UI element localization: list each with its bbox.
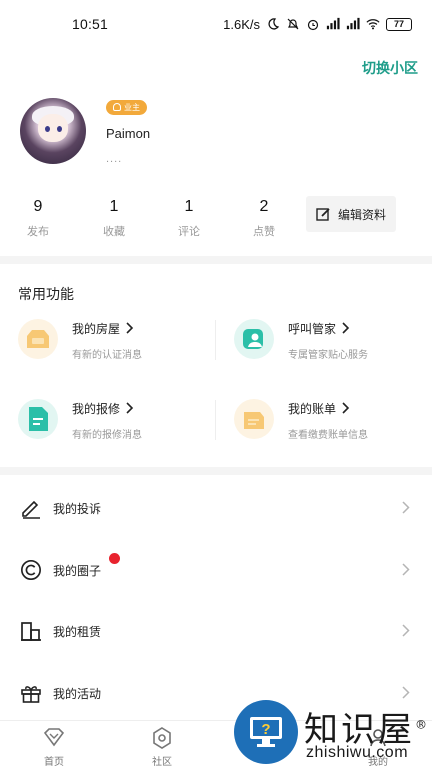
bill-icon [234,399,274,439]
community-hex-icon [132,727,192,749]
menu-label: 我的活动 [53,686,102,701]
circle-c-icon [20,559,42,581]
func-divider [215,400,216,440]
notification-dot [109,553,120,564]
chevron-right-icon [126,322,134,334]
stat-value: 1 [109,198,119,215]
menu-my-complaints[interactable]: 我的投诉 [0,477,432,539]
chevron-right-icon [402,501,410,514]
stat-likes[interactable]: 2 点赞 [234,196,294,239]
building-icon [20,620,42,642]
chevron-right-icon [126,402,134,414]
svg-text:?: ? [261,721,270,738]
status-icons: 1.6K/s 77 [223,17,412,32]
stat-favorites[interactable]: 1 收藏 [84,196,144,239]
watermark: ? 知识屋® zhishiwu.com [234,700,432,768]
gift-icon [20,682,42,704]
chevron-right-icon [342,322,350,334]
func-my-bill[interactable]: 我的账单 查看缴费账单信息 [234,399,368,441]
tab-community[interactable]: 社区 [132,727,192,768]
section-divider [0,256,432,264]
func-title: 我的报修 [72,399,142,417]
func-title: 我的账单 [288,399,368,417]
person-icon [113,103,121,111]
func-my-house[interactable]: 我的房屋 有新的认证消息 [18,319,142,361]
house-icon [18,319,58,359]
stat-label: 发布 [27,226,49,238]
func-desc: 有新的认证消息 [72,350,142,361]
avatar[interactable] [20,98,86,164]
signal-icon [326,17,340,30]
section-divider [0,467,432,475]
stat-label: 收藏 [103,226,125,238]
func-call-butler[interactable]: 呼叫管家 专属管家贴心服务 [234,319,368,361]
stats-row: 9 发布 1 收藏 1 评论 2 点赞 编辑资料 [0,196,432,246]
menu-label: 我的投诉 [53,501,102,516]
stat-value: 9 [33,198,43,215]
func-desc: 专属管家贴心服务 [288,350,368,361]
chevron-right-icon [402,563,410,576]
stat-comments[interactable]: 1 评论 [159,196,219,239]
butler-icon [234,319,274,359]
chevron-right-icon [402,624,410,637]
watermark-url: zhishiwu.com [306,744,409,761]
edit-profile-button[interactable]: 编辑资料 [306,196,396,232]
avatar-face [38,114,68,142]
func-my-repair[interactable]: 我的报修 有新的报修消息 [18,399,142,441]
wifi-icon [366,19,380,30]
tab-label: 首页 [44,757,64,768]
func-title: 呼叫管家 [288,319,368,337]
func-desc: 查看缴费账单信息 [288,430,368,441]
pencil-icon [20,497,42,519]
signal-icon-2 [346,17,360,30]
stat-value: 2 [259,198,269,215]
network-speed: 1.6K/s [223,16,260,32]
avatar-eye [45,126,50,132]
bell-off-icon [287,18,299,30]
moon-icon [268,18,280,30]
menu-my-circle[interactable]: 我的圈子 [0,539,432,601]
home-diamond-icon [24,727,84,749]
func-title: 我的房屋 [72,319,142,337]
avatar-eye [57,126,62,132]
menu-label: 我的租赁 [53,624,102,639]
stat-posts[interactable]: 9 发布 [8,196,68,239]
common-functions-title: 常用功能 [18,286,74,302]
menu-label: 我的圈子 [53,563,102,578]
owner-badge: 业主 [106,99,147,115]
edit-icon [316,207,330,221]
watermark-monitor-icon: ? [234,700,298,764]
status-time: 10:51 [72,16,109,32]
stat-label: 评论 [178,226,200,238]
repair-icon [18,399,58,439]
menu-my-rental[interactable]: 我的租赁 [0,600,432,662]
user-subtitle: .... [106,153,123,165]
owner-badge-label: 业主 [124,102,140,112]
func-desc: 有新的报修消息 [72,430,142,441]
status-bar: 10:51 1.6K/s 77 [0,0,432,48]
username: Paimon [106,126,151,141]
chevron-right-icon [402,686,410,699]
edit-profile-label: 编辑资料 [337,207,386,222]
profile-info: 业主 Paimon .... [106,98,150,165]
stat-value: 1 [184,198,194,215]
battery-icon: 77 [386,17,412,31]
chevron-right-icon [342,402,350,414]
alarm-icon [307,19,319,31]
tab-home[interactable]: 首页 [24,727,84,768]
profile-card[interactable]: 业主 Paimon .... [20,98,150,165]
switch-community-link[interactable]: 切换小区 [362,58,418,78]
tab-label: 社区 [152,757,172,768]
func-divider [215,320,216,360]
stat-label: 点赞 [253,226,275,238]
